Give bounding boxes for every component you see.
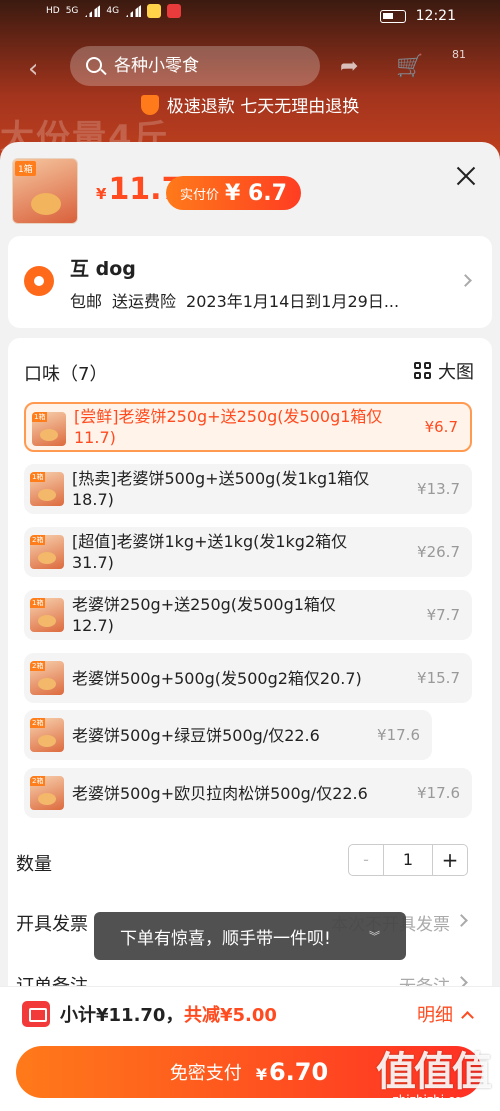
- search-input[interactable]: 各种小零食: [70, 46, 320, 86]
- option-thumbnail: 1箱: [30, 472, 64, 506]
- option-name: 老婆饼500g+绿豆饼500g/仅22.6: [72, 725, 320, 745]
- coupon-icon: [22, 1001, 50, 1027]
- discount-text: 共减¥5.00: [184, 1005, 277, 1026]
- option-name: [尝鲜]老婆饼250g+送250g(发500g1箱仅11.7): [74, 407, 383, 447]
- option-thumbnail: 2箱: [30, 535, 64, 569]
- battery-icon: [379, 9, 406, 23]
- flavor-option-6[interactable]: 2箱 老婆饼500g+绿豆饼500g/仅22.6 ¥17.6: [24, 710, 432, 760]
- option-name: [热卖]老婆饼500g+送500g(发1kg1箱仅18.7): [72, 469, 370, 509]
- refund-text: 极速退款 七天无理由退换: [166, 97, 360, 117]
- watermark-url: zhizhizhi.com: [392, 1093, 474, 1107]
- detail-button[interactable]: 明细: [417, 1001, 474, 1027]
- detail-label: 明细: [417, 1005, 453, 1026]
- option-thumbnail: 1箱: [32, 412, 66, 446]
- option-thumbnail: 1箱: [30, 598, 64, 632]
- site-watermark: 值值值 zhizhizhi.com: [376, 1039, 492, 1107]
- big-image-toggle[interactable]: 大图: [414, 358, 474, 384]
- actual-price-amount: ¥ 6.7: [225, 180, 287, 206]
- price-currency: ¥: [96, 185, 107, 203]
- signal-icon: [84, 5, 101, 17]
- quantity-minus-button[interactable]: -: [349, 845, 385, 875]
- invoice-label: 开具发票: [16, 914, 88, 935]
- signal-icon-2: [125, 5, 142, 17]
- refund-banner: 极速退款 七天无理由退换: [0, 92, 500, 117]
- big-image-label: 大图: [438, 362, 474, 383]
- thumbnail-tag: 1箱: [15, 161, 36, 176]
- chevron-up-icon: [461, 1010, 474, 1024]
- flavor-option-3[interactable]: 2箱 [超值]老婆饼1kg+送1kg(发1kg2箱仅31.7) ¥26.7: [24, 527, 472, 577]
- option-price: ¥17.6: [417, 784, 460, 802]
- app-notification-icon-2: [167, 4, 182, 18]
- search-icon: [86, 57, 102, 73]
- flavor-option-2[interactable]: 1箱 [热卖]老婆饼500g+送500g(发1kg1箱仅18.7) ¥13.7: [24, 464, 472, 514]
- watermark-logo: 值值值: [376, 1049, 492, 1095]
- shipping-insurance-label: 送运费险: [112, 292, 177, 311]
- option-name: 老婆饼500g+500g(发500g2箱仅20.7): [72, 668, 362, 688]
- background-search-row: ‹ 各种小零食 ➦ 🛒 81: [0, 44, 500, 92]
- status-time: 12:21: [415, 8, 456, 24]
- product-thumbnail[interactable]: 1箱: [12, 158, 78, 224]
- actual-price-label: 实付价: [180, 187, 220, 203]
- option-price: ¥15.7: [417, 669, 460, 687]
- net-4g-label: 4G: [106, 6, 120, 16]
- option-name: 老婆饼250g+送250g(发500g1箱仅12.7): [72, 595, 336, 635]
- shipping-info: 包邮 送运费险 2023年1月14日到1月29日...: [70, 288, 399, 312]
- search-placeholder: 各种小零食: [114, 56, 199, 76]
- grid-icon: [414, 362, 432, 380]
- recipient-name: 互 dog: [70, 258, 136, 280]
- quantity-value[interactable]: 1: [384, 845, 432, 875]
- delivery-date: 2023年1月14日到1月29日...: [186, 292, 400, 311]
- pay-button-label: 免密支付: [169, 1063, 242, 1084]
- flavor-option-1[interactable]: 1箱 [尝鲜]老婆饼250g+送250g(发500g1箱仅11.7) ¥6.7: [24, 402, 472, 452]
- actual-price-pill: 实付价 ¥ 6.7: [166, 176, 301, 210]
- subtotal-text: 小计¥11.70，: [60, 1005, 184, 1026]
- status-bar: HD 5G 4G 12:21: [0, 0, 500, 34]
- option-thumbnail: 2箱: [30, 661, 64, 695]
- option-price: ¥7.7: [426, 606, 460, 624]
- option-price: ¥13.7: [417, 480, 460, 498]
- chevron-right-icon: [459, 274, 472, 287]
- shield-icon: [140, 95, 159, 115]
- upsell-toast[interactable]: 下单有惊喜，顺手带一件呗! ︾: [94, 912, 406, 960]
- option-name: 老婆饼500g+欧贝拉肉松饼500g/仅22.6: [72, 783, 368, 803]
- option-price: ¥17.6: [377, 726, 420, 744]
- app-notification-icon: [147, 4, 162, 18]
- quantity-stepper[interactable]: - 1 +: [348, 844, 468, 876]
- option-price: ¥6.7: [424, 418, 458, 436]
- toast-text: 下单有惊喜，顺手带一件呗!: [120, 928, 331, 949]
- option-thumbnail: 2箱: [30, 776, 64, 810]
- network-type-label: HD: [46, 6, 60, 16]
- sku-bottom-sheet: 1箱 ¥11.7 实付价 ¥ 6.7 互 dog 包邮 送运费险 2023年1月…: [0, 142, 500, 1111]
- double-chevron-down-icon: ︾: [369, 930, 380, 943]
- location-pin-icon: [24, 266, 54, 296]
- flavor-option-4[interactable]: 1箱 老婆饼250g+送250g(发500g1箱仅12.7) ¥7.7: [24, 590, 472, 640]
- product-image-shape: [31, 193, 61, 215]
- flavor-section-title: 口味（7）: [24, 364, 108, 385]
- net-5g-label: 5G: [65, 6, 79, 16]
- back-arrow-icon[interactable]: ‹: [28, 54, 38, 84]
- address-card[interactable]: 互 dog 包邮 送运费险 2023年1月14日到1月29日...: [8, 236, 492, 328]
- option-thumbnail: 2箱: [30, 718, 64, 752]
- option-price: ¥26.7: [417, 543, 460, 561]
- cart-badge: 81: [452, 48, 466, 61]
- close-icon[interactable]: [454, 164, 478, 188]
- share-icon[interactable]: ➦: [340, 54, 358, 79]
- order-summary-bar: 小计¥11.70， 共减¥5.00 明细: [0, 986, 500, 1038]
- pay-button-amount: ¥6.70: [255, 1058, 329, 1086]
- sheet-header: 1箱 ¥11.7 实付价 ¥ 6.7: [0, 142, 500, 230]
- quantity-row: 数量 - 1 +: [16, 842, 468, 882]
- cart-icon[interactable]: 🛒: [396, 54, 423, 79]
- free-shipping-label: 包邮: [70, 292, 103, 311]
- quantity-plus-button[interactable]: +: [431, 845, 467, 875]
- status-right: 12:21: [379, 8, 456, 24]
- quantity-label: 数量: [16, 854, 52, 875]
- pay-bar: 免密支付 ¥6.70 值值值 zhizhizhi.com: [0, 1038, 500, 1111]
- flavor-option-7[interactable]: 2箱 老婆饼500g+欧贝拉肉松饼500g/仅22.6 ¥17.6: [24, 768, 472, 818]
- status-left: HD 5G 4G: [46, 4, 182, 18]
- chevron-right-icon: [455, 914, 468, 927]
- flavor-option-5[interactable]: 2箱 老婆饼500g+500g(发500g2箱仅20.7) ¥15.7: [24, 653, 472, 703]
- option-name: [超值]老婆饼1kg+送1kg(发1kg2箱仅31.7): [72, 532, 348, 572]
